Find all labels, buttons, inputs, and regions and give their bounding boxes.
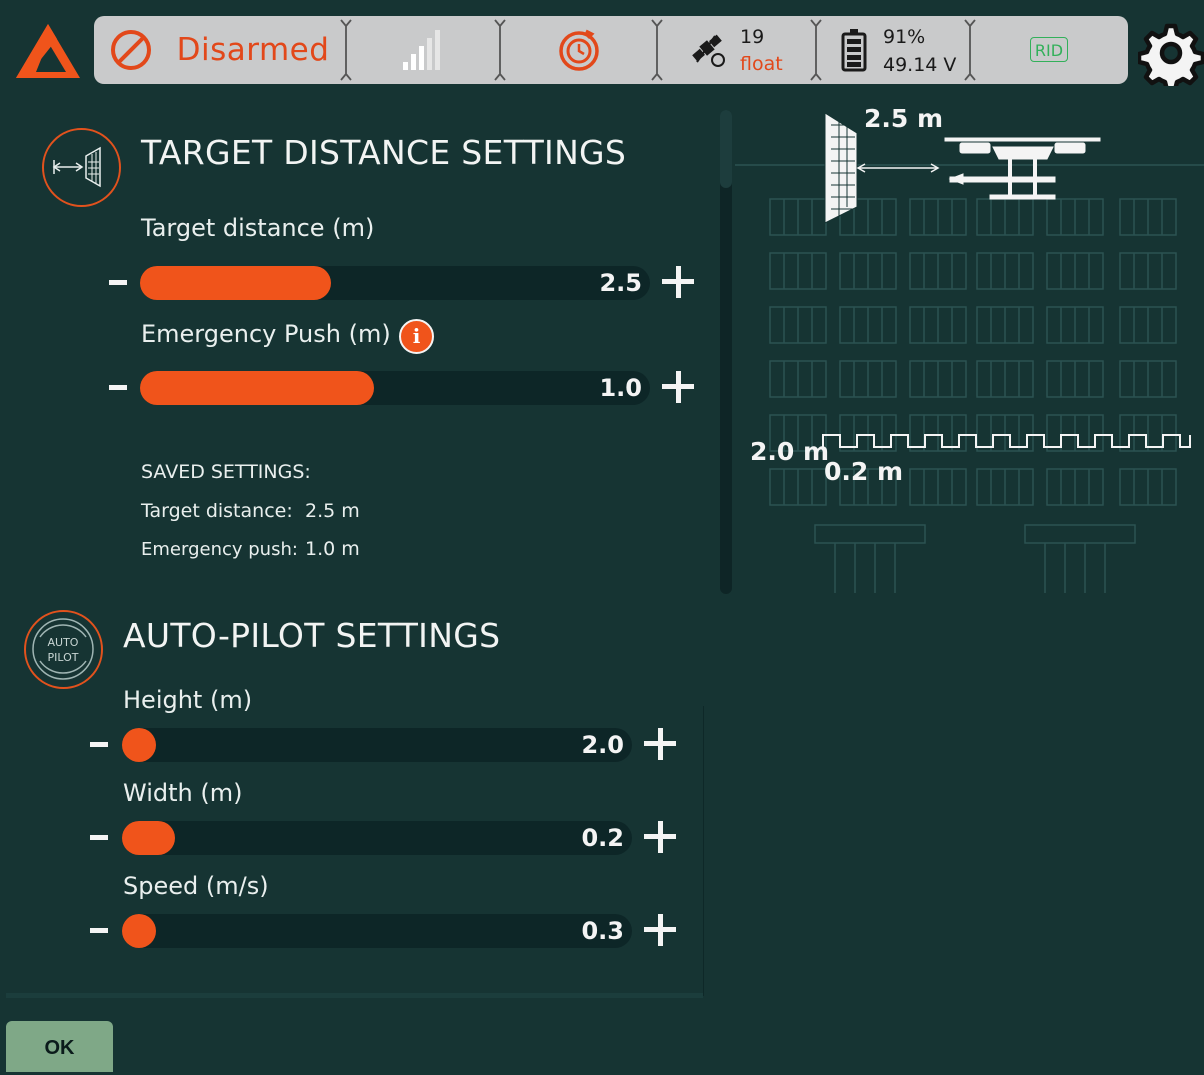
height-decrease-button[interactable] [90, 742, 108, 747]
panel-divider [703, 706, 704, 996]
signal-bar [411, 54, 416, 70]
segment-divider [964, 19, 976, 81]
height-increase-button[interactable] [644, 728, 676, 760]
scrollbar-thumb[interactable] [720, 110, 732, 188]
flight-pattern-illustration [735, 112, 1204, 593]
gps-status[interactable] [689, 16, 729, 84]
saved-settings-heading: SAVED SETTINGS: [141, 461, 311, 483]
distance-annotation: 2.5 m [864, 104, 944, 133]
target-distance-increase-button[interactable] [662, 266, 694, 298]
width-annotation: 0.2 m [824, 457, 904, 486]
arm-status[interactable]: Disarmed [94, 16, 344, 84]
gear-icon[interactable] [1138, 20, 1204, 86]
emergency-push-slider-fill [140, 371, 374, 405]
speed-label: Speed (m/s) [123, 872, 269, 900]
signal-status[interactable] [350, 16, 496, 84]
height-slider[interactable]: 2.0 [122, 728, 632, 762]
target-distance-title: TARGET DISTANCE SETTINGS [141, 133, 627, 172]
satellite-count: 19 [740, 26, 765, 48]
battery-icon [841, 29, 867, 72]
emergency-push-decrease-button[interactable] [109, 385, 127, 390]
battery-status[interactable] [840, 16, 868, 84]
segment-divider [810, 19, 822, 81]
top-bar: Disarmed 19 float 91% 49.14 V RID [0, 0, 1204, 91]
signal-bar [403, 62, 408, 70]
ok-button[interactable]: OK [6, 1021, 113, 1072]
timer-icon [559, 29, 599, 71]
emergency-push-label: Emergency Push (m) [141, 320, 391, 348]
speed-decrease-button[interactable] [90, 928, 108, 933]
satellite-icon [692, 34, 725, 67]
arm-state-label: Disarmed [176, 32, 330, 68]
width-slider[interactable]: 0.2 [122, 821, 632, 855]
signal-bar [435, 30, 440, 70]
saved-target-distance-label: Target distance: [141, 500, 293, 522]
target-distance-value: 2.5 [599, 269, 642, 297]
emergency-push-slider[interactable]: 1.0 [140, 371, 650, 405]
saved-target-distance-value: 2.5 m [305, 500, 360, 522]
speed-increase-button[interactable] [644, 914, 676, 946]
emergency-push-value: 1.0 [599, 374, 642, 402]
remote-id-badge[interactable]: RID [1030, 37, 1068, 62]
signal-bar [419, 46, 424, 70]
timer-status[interactable] [504, 16, 654, 84]
height-annotation: 2.0 m [750, 437, 830, 466]
autopilot-title: AUTO-PILOT SETTINGS [123, 616, 501, 655]
signal-bars-icon [403, 30, 440, 70]
gps-fix-type: float [740, 53, 783, 75]
target-distance-icon [42, 128, 121, 207]
width-value: 0.2 [581, 824, 624, 852]
bottom-divider [6, 993, 703, 998]
signal-bar [427, 38, 432, 70]
autopilot-icon-text-1: AUTO [48, 636, 79, 649]
target-distance-slider-fill [140, 266, 332, 300]
width-slider-fill [122, 821, 176, 855]
speed-slider[interactable]: 0.3 [122, 914, 632, 948]
emergency-push-increase-button[interactable] [662, 371, 694, 403]
battery-percent: 91% [883, 26, 926, 48]
height-slider-fill [122, 728, 156, 762]
saved-emergency-push-value: 1.0 m [305, 538, 360, 560]
speed-value: 0.3 [581, 917, 624, 945]
autopilot-icon: AUTO PILOT [24, 610, 103, 689]
target-distance-slider[interactable]: 2.5 [140, 266, 650, 300]
battery-voltage: 49.14 V [883, 54, 957, 76]
height-value: 2.0 [581, 731, 624, 759]
speed-slider-fill [122, 914, 156, 948]
width-increase-button[interactable] [644, 821, 676, 853]
target-distance-label: Target distance (m) [141, 214, 375, 242]
width-decrease-button[interactable] [90, 835, 108, 840]
status-bar: Disarmed 19 float 91% 49.14 V RID [94, 16, 1128, 84]
height-label: Height (m) [123, 686, 253, 714]
target-distance-decrease-button[interactable] [109, 280, 127, 285]
segment-divider [651, 19, 663, 81]
width-label: Width (m) [123, 779, 243, 807]
info-icon[interactable]: i [399, 319, 434, 354]
prohibited-icon [110, 30, 151, 70]
app-logo[interactable] [14, 22, 82, 80]
saved-emergency-push-label: Emergency push: [141, 539, 298, 560]
autopilot-icon-text-2: PILOT [48, 651, 79, 664]
